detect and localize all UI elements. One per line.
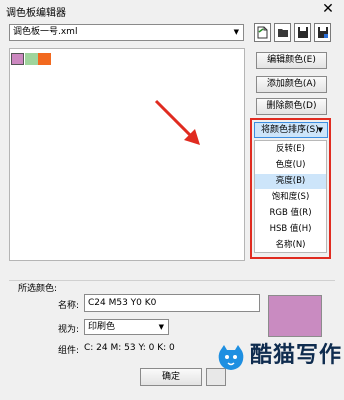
sort-menu-item-hue[interactable]: 色度(U) — [255, 158, 326, 173]
components-value: C: 24 M: 53 Y: 0 K: 0 — [84, 343, 175, 353]
sort-menu-item-saturation[interactable]: 饱和度(S) — [255, 190, 326, 205]
selected-color-preview — [268, 295, 322, 337]
annotation-arrow — [154, 99, 200, 145]
ok-button[interactable]: 确定 — [140, 368, 202, 386]
open-palette-button[interactable] — [274, 23, 291, 42]
color-name-field[interactable]: C24 M53 Y0 K0 — [84, 294, 260, 312]
chevron-down-icon: ▼ — [158, 323, 164, 331]
color-swatch[interactable] — [25, 53, 38, 65]
caret-down-icon: ▼ — [317, 126, 323, 134]
view-as-value: 印刷色 — [88, 322, 116, 332]
sort-menu-item-reverse[interactable]: 反转(E) — [255, 142, 326, 157]
palette-select-value: 调色板一号.xml — [13, 27, 78, 37]
close-button[interactable]: ✕ — [320, 1, 336, 17]
open-icon — [277, 29, 288, 37]
view-as-select[interactable]: 印刷色 ▼ — [84, 319, 169, 335]
palette-select[interactable]: 调色板一号.xml ▼ — [9, 24, 244, 41]
new-icon — [257, 26, 268, 39]
sort-colors-label: 将颜色排序(S) — [261, 125, 319, 135]
window-title: 调色板编辑器 — [6, 8, 66, 19]
watermark-cat-logo — [218, 345, 244, 370]
edit-color-button[interactable]: 编辑颜色(E) — [256, 52, 327, 69]
components-label: 组件: — [58, 346, 80, 356]
sort-menu: 反转(E) 色度(U) 亮度(B) 饱和度(S) RGB 值(R) HSB 值(… — [254, 140, 327, 253]
watermark-text: 酷猫写作 — [250, 343, 343, 368]
color-swatch[interactable] — [11, 53, 24, 65]
new-palette-button[interactable] — [254, 23, 271, 42]
sort-colors-button[interactable]: 将颜色排序(S) ▼ — [254, 122, 328, 138]
view-as-label: 视为: — [58, 325, 80, 335]
sort-menu-item-name[interactable]: 名称(N) — [255, 238, 326, 253]
add-color-button[interactable]: 添加颜色(A) — [256, 76, 327, 93]
save-as-palette-button[interactable] — [314, 23, 331, 42]
delete-color-button[interactable]: 删除颜色(D) — [256, 98, 327, 115]
save-icon — [297, 27, 308, 38]
save-as-icon — [317, 27, 328, 38]
chevron-down-icon: ▼ — [233, 28, 239, 36]
name-label: 名称: — [58, 301, 80, 311]
save-palette-button[interactable] — [294, 23, 311, 42]
sort-menu-item-rgb[interactable]: RGB 值(R) — [255, 206, 326, 221]
sort-menu-item-hsb[interactable]: HSB 值(H) — [255, 222, 326, 237]
sort-menu-item-brightness[interactable]: 亮度(B) — [255, 174, 326, 189]
color-swatch[interactable] — [38, 53, 51, 65]
selected-color-heading: 所选颜色: — [18, 284, 58, 294]
